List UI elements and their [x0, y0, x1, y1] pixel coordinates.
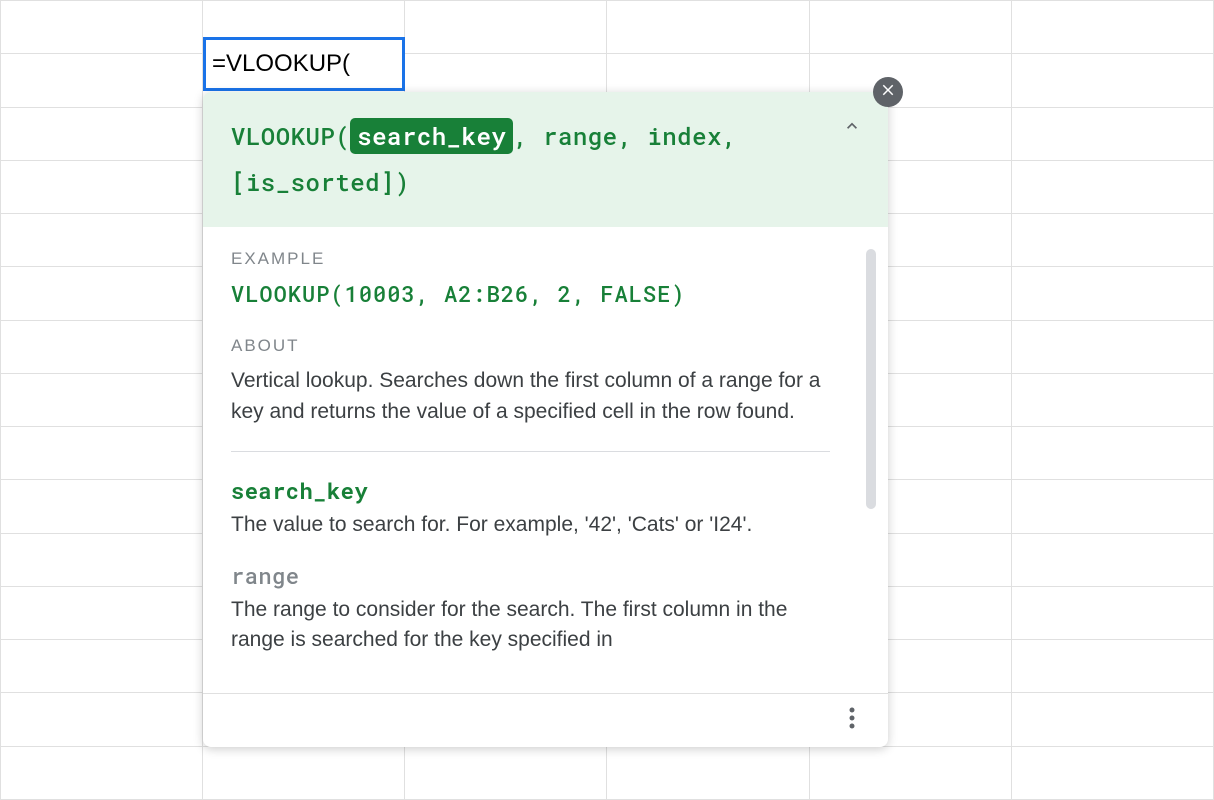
param-desc-range: The range to consider for the search. Th… [231, 595, 860, 656]
close-icon [879, 81, 897, 104]
divider [231, 451, 830, 452]
about-text: Vertical lookup. Searches down the first… [231, 366, 860, 427]
collapse-button[interactable] [838, 114, 866, 142]
about-label: ABOUT [231, 336, 860, 356]
signature-fn-open: VLOOKUP( [231, 120, 350, 152]
active-cell[interactable] [203, 37, 405, 91]
more-vert-icon [849, 707, 855, 734]
chevron-up-icon [842, 116, 862, 141]
close-button[interactable] [873, 77, 903, 107]
formula-helper-popup: VLOOKUP(search_key, range, index, [is_so… [203, 92, 888, 747]
scrollbar[interactable] [866, 249, 876, 509]
param-desc-search-key: The value to search for. For example, '4… [231, 510, 860, 540]
param-name-range: range [231, 561, 860, 590]
helper-body: EXAMPLE VLOOKUP(10003, A2:B26, 2, FALSE)… [203, 227, 888, 693]
example-label: EXAMPLE [231, 249, 860, 269]
param-name-search-key: search_key [231, 476, 860, 505]
helper-header: VLOOKUP(search_key, range, index, [is_so… [203, 92, 888, 227]
signature-arg-highlighted: search_key [350, 118, 513, 154]
more-button[interactable] [840, 709, 864, 733]
signature-rest-line1: , range, index, [513, 120, 737, 152]
formula-input[interactable] [212, 50, 396, 78]
signature-line2: [is_sorted]) [231, 166, 410, 198]
example-code: VLOOKUP(10003, A2:B26, 2, FALSE) [231, 279, 860, 308]
function-signature: VLOOKUP(search_key, range, index, [is_so… [231, 114, 860, 205]
helper-footer [203, 693, 888, 747]
